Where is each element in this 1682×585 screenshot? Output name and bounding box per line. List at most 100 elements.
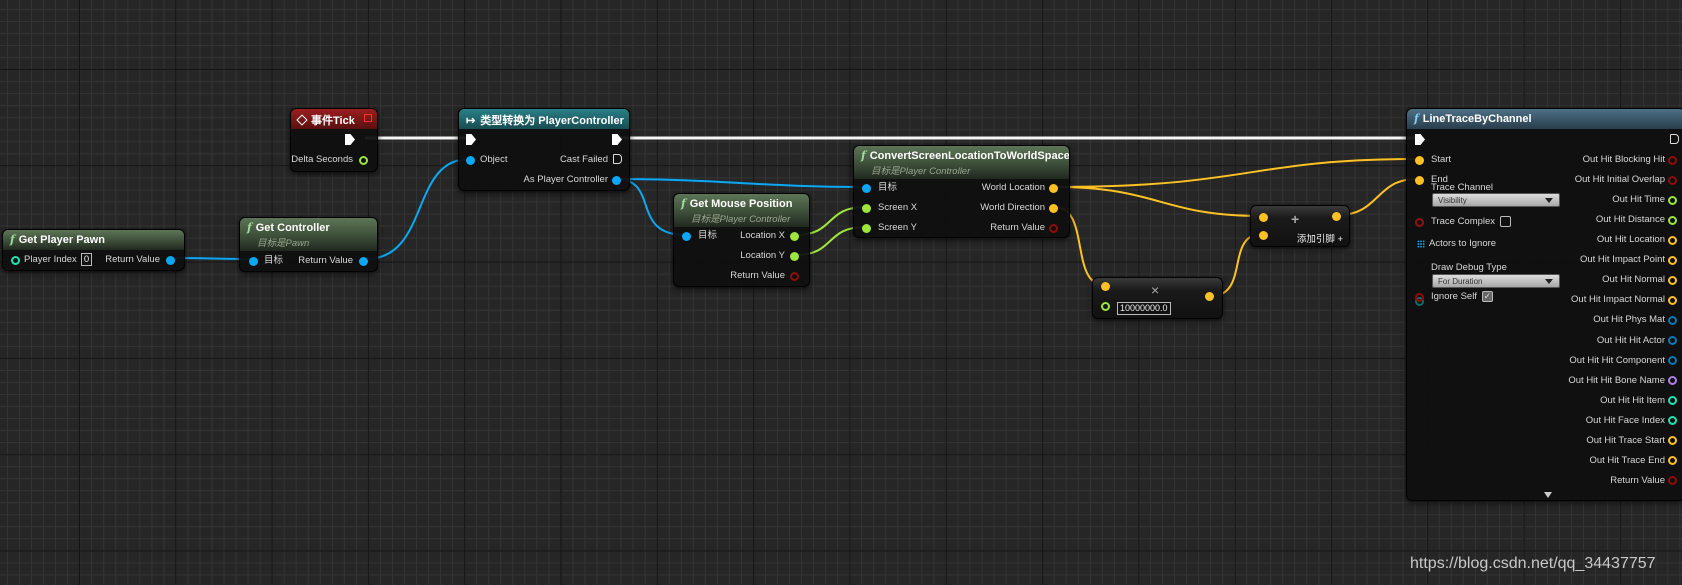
- advanced-expand-arrow-icon[interactable]: [1544, 492, 1552, 498]
- output-pin[interactable]: [1668, 356, 1677, 366]
- pin-label: 目标: [264, 255, 284, 266]
- node-subtitle: 目标是Pawn: [257, 238, 310, 249]
- output-pin[interactable]: [1668, 376, 1677, 386]
- node-get-player-pawn[interactable]: f Get Player Pawn Player Index 0 Return Va…: [2, 229, 185, 271]
- screen-x-pin[interactable]: [862, 203, 871, 213]
- player-index-pin[interactable]: [11, 255, 20, 265]
- output-pin[interactable]: [1668, 315, 1677, 325]
- output-pin-row: Out Hit Face Index: [1485, 414, 1682, 428]
- node-get-controller[interactable]: f Get Controller 目标是Pawn 目标 Return Value: [239, 217, 378, 272]
- wire-worldloc-add: [1054, 186, 1263, 217]
- wire-cast-convert: [615, 178, 866, 188]
- output-pin[interactable]: [1668, 275, 1677, 285]
- location-y-pin[interactable]: [790, 251, 799, 261]
- function-icon: f: [681, 197, 686, 210]
- pin-label: Out Hit Time: [1612, 194, 1665, 206]
- output-pin-row: Out Hit Hit Item: [1485, 394, 1682, 408]
- as-player-controller-pin[interactable]: [612, 175, 621, 185]
- return-value-pin[interactable]: [1049, 223, 1058, 233]
- output-pin[interactable]: [1668, 195, 1677, 205]
- output-pin[interactable]: [1668, 476, 1677, 486]
- multiplier-input[interactable]: 10000000.0: [1117, 302, 1171, 315]
- target-pin[interactable]: [682, 231, 691, 241]
- output-pin[interactable]: [1668, 235, 1677, 245]
- output-pin[interactable]: [1668, 175, 1677, 185]
- output-pin[interactable]: [1668, 416, 1677, 426]
- trace-complex-pin[interactable]: [1415, 217, 1424, 227]
- output-pin[interactable]: [1205, 292, 1214, 301]
- pin-label: 目标: [698, 230, 718, 241]
- add-pin-button[interactable]: 添加引脚 +: [1297, 231, 1343, 245]
- end-pin[interactable]: [1415, 175, 1424, 185]
- output-pin[interactable]: [1332, 212, 1341, 221]
- return-value-pin[interactable]: [166, 255, 175, 265]
- output-pin-row: Out Hit Impact Point: [1485, 253, 1682, 267]
- cast-arrow-icon: ↦: [466, 115, 476, 127]
- node-add[interactable]: + 添加引脚 +: [1250, 205, 1350, 247]
- exec-out-pin[interactable]: [345, 134, 355, 145]
- exec-out-pin[interactable]: [612, 134, 622, 145]
- node-event-tick[interactable]: 事件Tick Delta Seconds: [290, 108, 378, 172]
- input-b-pin[interactable]: [1259, 231, 1268, 240]
- ignore-self-pin[interactable]: [1415, 292, 1424, 302]
- output-pin[interactable]: [1668, 215, 1677, 225]
- target-pin[interactable]: [862, 183, 871, 193]
- pin-label: Return Value: [105, 254, 160, 265]
- exec-in-pin[interactable]: [1415, 134, 1425, 145]
- output-pin-row: Out Hit Phys Mat: [1485, 313, 1682, 327]
- wire-worldloc-start: [1054, 158, 1418, 188]
- world-location-pin[interactable]: [1049, 183, 1058, 193]
- node-title: LineTraceByChannel: [1422, 113, 1532, 125]
- node-subtitle: 目标是Player Controller: [871, 166, 971, 177]
- pin-label: Out Hit Hit Bone Name: [1568, 374, 1665, 386]
- cast-failed-pin[interactable]: [613, 154, 622, 164]
- target-pin[interactable]: [249, 256, 258, 266]
- pin-label: Return Value: [298, 255, 353, 266]
- pin-label: 目标: [878, 182, 898, 193]
- node-title: ConvertScreenLocationToWorldSpace: [869, 150, 1069, 162]
- pin-label: Out Hit Impact Point: [1579, 254, 1665, 266]
- pin-label: Ignore Self: [1431, 291, 1477, 302]
- output-pin-row: Out Hit Distance: [1485, 213, 1682, 227]
- node-get-mouse-position[interactable]: f Get Mouse Position 目标是Player Controller …: [673, 193, 810, 287]
- pin-label: Out Hit Normal: [1602, 274, 1665, 286]
- object-pin[interactable]: [466, 155, 475, 165]
- output-pin[interactable]: [1668, 255, 1677, 265]
- array-grid-icon[interactable]: [1417, 240, 1425, 248]
- player-index-input[interactable]: 0: [80, 253, 93, 266]
- node-multiply[interactable]: × 10000000.0: [1092, 277, 1223, 319]
- start-pin[interactable]: [1415, 155, 1424, 165]
- function-icon: f: [1414, 112, 1419, 125]
- node-cast-to-player-controller[interactable]: ↦ 类型转换为 PlayerController Object Cast Fail…: [458, 108, 630, 191]
- node-convert-screen-to-world[interactable]: f ConvertScreenLocationToWorldSpace 目标是Pla…: [853, 145, 1070, 238]
- return-value-pin[interactable]: [790, 271, 799, 281]
- output-pin-row: Out Hit Initial Overlap: [1485, 173, 1682, 187]
- location-x-pin[interactable]: [790, 231, 799, 241]
- output-pin[interactable]: [1668, 155, 1677, 165]
- output-pin[interactable]: [1668, 436, 1677, 446]
- node-title: 类型转换为 PlayerController: [480, 115, 624, 127]
- output-pin-row: Out Hit Time: [1485, 193, 1682, 207]
- return-value-pin[interactable]: [359, 256, 368, 266]
- node-line-trace-by-channel[interactable]: f LineTraceByChannel Start End Trace Chan…: [1406, 108, 1682, 501]
- pin-label: Object: [480, 154, 508, 165]
- screen-y-pin[interactable]: [862, 223, 871, 233]
- pin-label: World Location: [981, 182, 1045, 193]
- output-pin-row: Out Hit Normal: [1485, 273, 1682, 287]
- world-direction-pin[interactable]: [1049, 203, 1058, 213]
- pin-label: Cast Failed: [559, 154, 608, 165]
- output-pin[interactable]: [1668, 396, 1677, 406]
- input-b-pin[interactable]: [1101, 302, 1110, 311]
- input-a-pin[interactable]: [1101, 282, 1110, 291]
- delta-seconds-pin[interactable]: [359, 155, 368, 165]
- delegate-square-icon[interactable]: [364, 114, 372, 122]
- pin-label: Out Hit Impact Normal: [1571, 294, 1665, 306]
- exec-out-pin[interactable]: [1670, 134, 1679, 144]
- exec-in-pin[interactable]: [466, 134, 476, 145]
- output-pin-row: Out Hit Trace End: [1485, 454, 1682, 468]
- output-pin[interactable]: [1668, 295, 1677, 305]
- node-header: 事件Tick: [291, 109, 377, 129]
- output-pin[interactable]: [1668, 456, 1677, 466]
- input-a-pin[interactable]: [1259, 213, 1268, 222]
- output-pin[interactable]: [1668, 336, 1677, 346]
